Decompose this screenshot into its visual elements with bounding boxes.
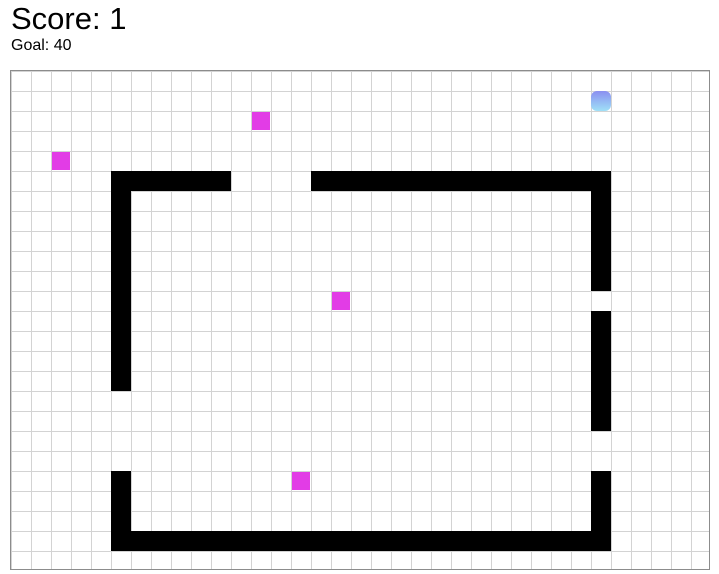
wall-segment xyxy=(591,311,611,431)
wall-segment xyxy=(111,191,131,391)
wall-segment xyxy=(591,471,611,531)
wall-segment xyxy=(131,531,611,551)
goal-display: Goal: 40 xyxy=(11,37,72,54)
wall-segment xyxy=(311,171,611,191)
food-pellet xyxy=(292,472,310,490)
wall-segment xyxy=(111,171,231,191)
food-pellet xyxy=(332,292,350,310)
wall-segment xyxy=(591,191,611,291)
food-pellet xyxy=(52,152,70,170)
food-pellet xyxy=(252,112,270,130)
game-board[interactable] xyxy=(10,70,710,570)
snake-head xyxy=(591,91,611,111)
score-display: Score: 1 xyxy=(11,1,127,36)
wall-segment xyxy=(111,471,131,551)
